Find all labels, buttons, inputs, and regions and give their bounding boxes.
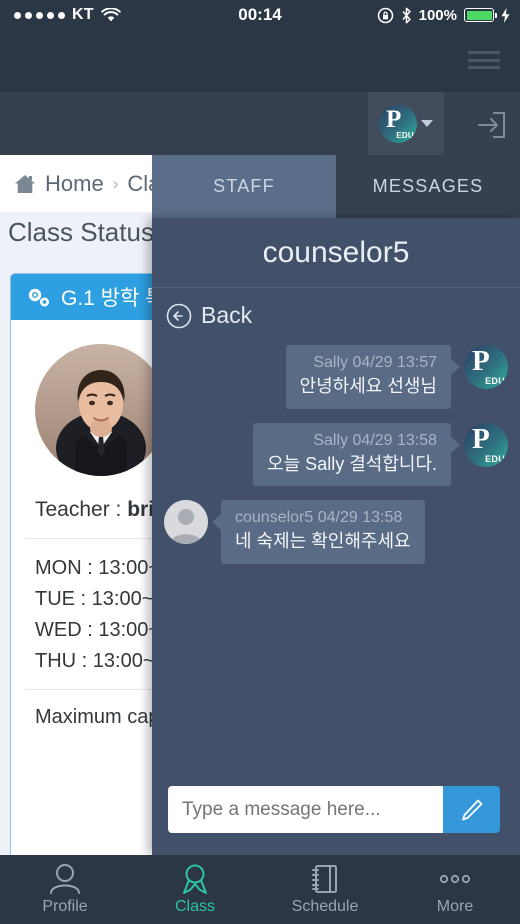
message-composer [168,786,500,833]
generic-person-avatar [164,500,208,544]
bottom-navigation: Profile Class Schedule More [0,855,520,924]
account-bar: P EDU [0,92,520,155]
message-list: Sally 04/29 13:57 안녕하세요 선생님 P EDU Sally … [152,339,520,564]
message-meta: Sally 04/29 13:57 [313,354,437,371]
message-item: Sally 04/29 13:58 오늘 Sally 결석합니다. P EDU [164,422,508,486]
message-bubble: Sally 04/29 13:57 안녕하세요 선생님 [285,345,461,409]
tab-staff-label: STAFF [213,176,275,196]
tab-messages-label: MESSAGES [372,176,484,196]
pedu-logo-icon: P EDU [379,104,417,143]
pedu-logo-avatar: P EDU [464,422,508,467]
status-bar-right: 100% [377,7,510,24]
app-root: KT 00:14 100% P EDU Home › Cla Class Sta… [0,0,520,924]
top-bar [0,30,520,92]
message-meta: counselor5 04/29 13:58 [235,509,403,526]
pencil-icon [461,799,482,820]
message-text: 네 숙제는 확인해주세요 [235,531,411,551]
message-text: 안녕하세요 선생님 [299,376,437,396]
battery-icon [464,8,497,22]
award-icon [183,864,207,894]
back-button[interactable]: Back [152,288,520,339]
nav-label-class: Class [174,898,215,915]
tab-bar: STAFF MESSAGES [152,155,520,218]
battery-percent-label: 100% [418,6,457,24]
back-label: Back [201,302,253,328]
home-icon [15,174,35,193]
message-item: counselor5 04/29 13:58 네 숙제는 확인해주세요 [164,500,508,564]
notebook-icon [312,865,337,893]
bluetooth-icon [402,7,411,23]
breadcrumb-separator: › [112,173,119,193]
breadcrumb-home[interactable]: Home [45,171,104,197]
chevron-down-icon [421,120,433,127]
gears-icon [28,288,50,307]
message-bubble: Sally 04/29 13:58 오늘 Sally 결석합니다. [253,422,460,486]
chat-title: counselor5 [152,218,520,288]
message-text: 오늘 Sally 결석합니다. [267,453,437,474]
tab-staff[interactable]: STAFF [152,155,336,218]
tab-messages[interactable]: MESSAGES [336,155,520,218]
nav-label-profile: Profile [42,898,88,915]
ellipsis-icon [439,874,471,884]
account-dropdown[interactable]: P EDU [368,92,444,155]
nav-item-more[interactable]: More [390,855,520,924]
nav-label-schedule: Schedule [291,898,359,915]
page-title: Class Status [8,217,154,247]
message-bubble: counselor5 04/29 13:58 네 숙제는 확인해주세요 [212,500,425,564]
chat-drawer: counselor5 Back Sally 04/29 13:57 안녕하세요 … [152,218,520,855]
message-meta: Sally 04/29 13:58 [313,431,437,449]
nav-label-more: More [436,898,474,915]
teacher-label: Teacher : [35,498,128,521]
message-input[interactable] [168,786,443,833]
logout-icon[interactable] [476,112,506,138]
logo-letter: P [386,105,402,133]
nav-item-schedule[interactable]: Schedule [260,855,390,924]
class-card-title: G.1 방학 특 [61,287,165,310]
nav-item-profile[interactable]: Profile [0,855,130,924]
send-button[interactable] [443,786,500,833]
rotation-lock-icon [377,7,393,23]
charging-bolt-icon [501,7,510,23]
person-icon [50,864,80,894]
logo-sub-label: EDU [396,130,414,140]
nav-item-class[interactable]: Class [130,855,260,924]
back-arrow-circle-icon [166,303,192,328]
hamburger-menu-icon[interactable] [468,47,500,73]
pedu-logo-avatar: P EDU [464,345,508,389]
teacher-avatar [35,344,167,476]
message-item: Sally 04/29 13:57 안녕하세요 선생님 P EDU [164,345,508,409]
status-bar: KT 00:14 100% [0,0,520,30]
